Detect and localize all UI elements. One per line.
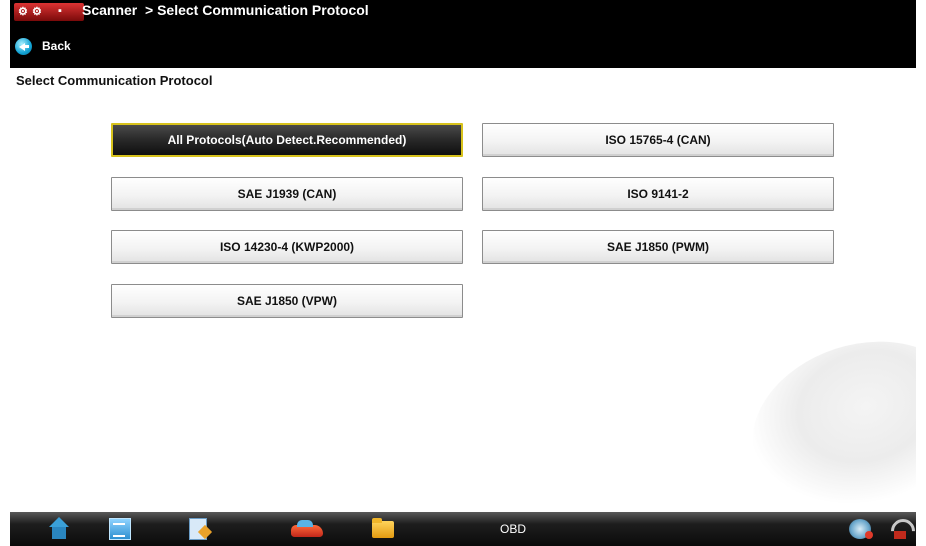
back-button[interactable]: Back xyxy=(42,39,71,53)
taskbar: OBD xyxy=(10,512,916,546)
protocol-button-auto-detect[interactable]: All Protocols(Auto Detect.Recommended) xyxy=(111,123,463,157)
car-icon[interactable] xyxy=(289,517,325,541)
protocol-button-iso9141[interactable]: ISO 9141-2 xyxy=(482,177,834,211)
breadcrumb: Scanner > Select Communication Protocol xyxy=(82,2,369,18)
breadcrumb-current: > Select Communication Protocol xyxy=(145,2,369,18)
note-icon[interactable] xyxy=(186,517,212,541)
protocol-button-iso15765[interactable]: ISO 15765-4 (CAN) xyxy=(482,123,834,157)
doc-icon[interactable] xyxy=(106,517,132,541)
protocol-button-kwp2000[interactable]: ISO 14230-4 (KWP2000) xyxy=(111,230,463,264)
folder-icon[interactable] xyxy=(370,517,396,541)
protocol-button-j1850-pwm[interactable]: SAE J1850 (PWM) xyxy=(482,230,834,264)
vehicle-label: OBD xyxy=(500,522,527,536)
scanner-logo-icon[interactable]: ⚙ ⚙ ▪ xyxy=(14,3,84,21)
title-bar: ⚙ ⚙ ▪ Scanner > Select Communication Pro… xyxy=(10,0,916,68)
back-arrow-icon[interactable] xyxy=(15,38,32,55)
signal-icon[interactable] xyxy=(888,517,914,541)
app-window: ⚙ ⚙ ▪ Scanner > Select Communication Pro… xyxy=(10,0,916,546)
breadcrumb-app: Scanner xyxy=(82,2,138,18)
home-icon[interactable] xyxy=(46,517,72,541)
protocol-button-j1850-vpw[interactable]: SAE J1850 (VPW) xyxy=(111,284,463,318)
page-title: Select Communication Protocol xyxy=(16,73,213,88)
background-watermark xyxy=(730,314,916,536)
protocol-button-j1939[interactable]: SAE J1939 (CAN) xyxy=(111,177,463,211)
connection-icon[interactable] xyxy=(847,517,875,541)
